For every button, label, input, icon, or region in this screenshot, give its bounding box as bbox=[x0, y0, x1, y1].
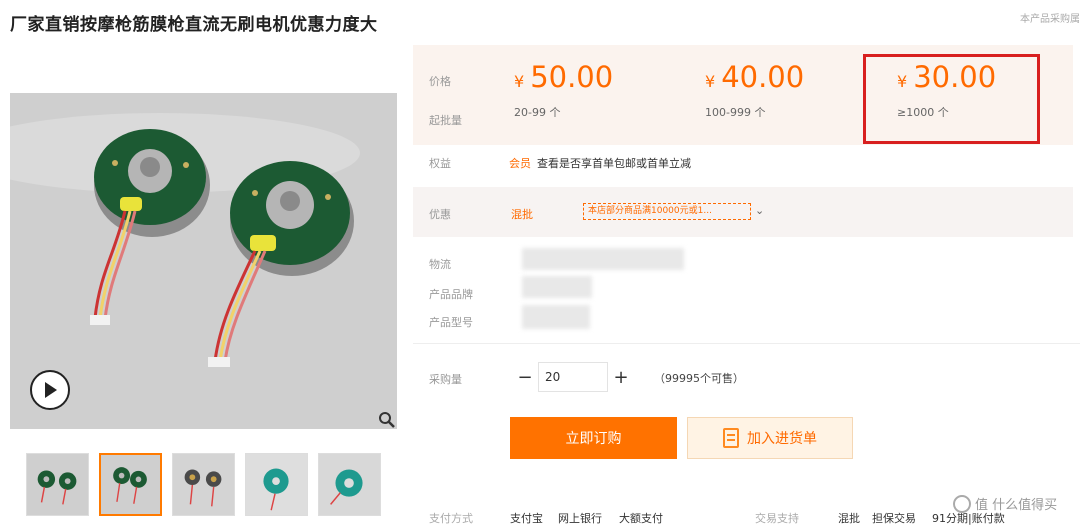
min-qty-label: 起批量 bbox=[429, 114, 462, 127]
quantity-input[interactable]: 20 bbox=[538, 362, 608, 392]
payment-label: 支付方式 bbox=[429, 512, 473, 525]
benefit-label: 权益 bbox=[429, 157, 451, 170]
promotion-coupon-tag[interactable]: 本店部分商品满10000元或1... bbox=[583, 203, 751, 220]
clipboard-icon bbox=[723, 428, 739, 448]
quantity-stepper: − 20 + bbox=[512, 362, 634, 392]
logistics-label: 物流 bbox=[429, 258, 451, 271]
watermark-logo-icon bbox=[953, 494, 971, 513]
payment-online-bank: 网上银行 bbox=[558, 512, 602, 525]
model-value-blurred bbox=[522, 305, 590, 329]
price-label: 价格 bbox=[429, 75, 451, 88]
play-video-button[interactable] bbox=[30, 370, 70, 410]
divider bbox=[413, 343, 1080, 344]
mixed-batch-tag: 混批 bbox=[511, 208, 533, 221]
trade-mixed-batch: 混批 bbox=[838, 512, 860, 525]
payment-alipay: 支付宝 bbox=[510, 512, 543, 525]
price-tier-2: ¥40.00 100-999 个 bbox=[705, 60, 804, 120]
price-tier-2-qty: 100-999 个 bbox=[705, 106, 766, 119]
price-tier-2-value: ¥40.00 bbox=[705, 60, 805, 94]
thumbnail-strip bbox=[26, 453, 381, 516]
increase-button[interactable]: + bbox=[608, 362, 634, 392]
trade-support-label: 交易支持 bbox=[755, 512, 799, 525]
price-tier-1: ¥50.00 20-99 个 bbox=[514, 60, 613, 120]
thumbnail-2[interactable] bbox=[99, 453, 162, 516]
benefit-link[interactable]: 会员 查看是否享首单包邮或首单立减 bbox=[509, 155, 691, 171]
thumbnail-1[interactable] bbox=[26, 453, 89, 516]
price-highlight-box bbox=[863, 54, 1040, 144]
member-tag: 会员 bbox=[509, 157, 531, 170]
main-product-image[interactable] bbox=[10, 93, 397, 429]
model-label: 产品型号 bbox=[429, 316, 473, 329]
promotion-label: 优惠 bbox=[429, 208, 451, 221]
add-to-cart-label: 加入进货单 bbox=[747, 431, 817, 447]
trade-escrow: 担保交易 bbox=[872, 512, 916, 525]
logistics-value-blurred bbox=[522, 248, 684, 270]
purchase-qty-label: 采购量 bbox=[429, 373, 462, 386]
product-title: 厂家直销按摩枪筋膜枪直流无刷电机优惠力度大 bbox=[10, 15, 378, 35]
play-icon bbox=[45, 382, 57, 398]
decrease-button[interactable]: − bbox=[512, 362, 538, 392]
top-right-note: 本产品采购属 bbox=[1020, 14, 1080, 25]
site-watermark: 值 什么值得买 bbox=[953, 494, 1057, 513]
payment-large-amount: 大额支付 bbox=[619, 512, 663, 525]
price-tier-1-value: ¥50.00 bbox=[514, 60, 614, 94]
brand-value-blurred bbox=[522, 276, 592, 298]
thumbnail-5[interactable] bbox=[318, 453, 381, 516]
thumbnail-4[interactable] bbox=[245, 453, 308, 516]
stock-available: （99995个可售） bbox=[654, 372, 744, 385]
add-to-cart-button[interactable]: 加入进货单 bbox=[687, 417, 853, 459]
magnifier-icon[interactable] bbox=[378, 411, 396, 429]
chevron-down-icon[interactable]: ⌄ bbox=[755, 204, 764, 217]
buy-now-button[interactable]: 立即订购 bbox=[510, 417, 677, 459]
price-tier-1-qty: 20-99 个 bbox=[514, 106, 561, 119]
brand-label: 产品品牌 bbox=[429, 288, 473, 301]
thumbnail-3[interactable] bbox=[172, 453, 235, 516]
